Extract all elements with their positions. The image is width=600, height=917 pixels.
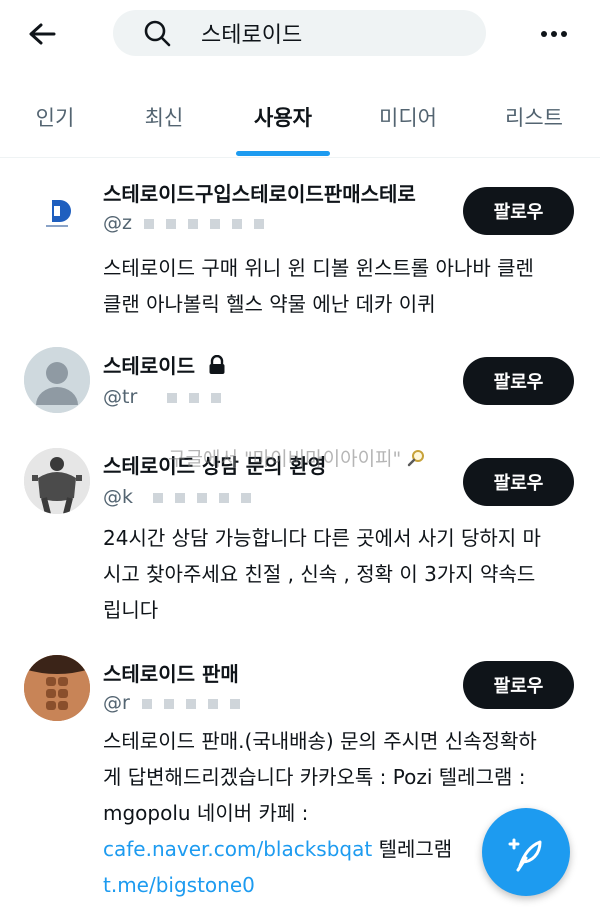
more-icon [541, 31, 567, 37]
user-bio: 24시간 상담 가능합니다 다른 곳에서 사기 당하지 마 시고 찾아주세요 친… [103, 520, 573, 628]
user-name: 스테로이드 판매 [103, 662, 239, 686]
avatar[interactable] [24, 347, 90, 413]
tab-label: 미디어 [379, 106, 437, 130]
bio-line: 클랜 아나볼릭 헬스 약물 에난 데카 이퀴 [103, 292, 436, 316]
user-handle: @k [103, 486, 252, 508]
top-bar: 스테로이드 [0, 0, 600, 70]
user-cell[interactable]: 스테로이드 @tr 팔로우 [0, 330, 600, 430]
tab-media[interactable]: 미디어 [348, 88, 468, 158]
user-handle-text: @z [103, 212, 132, 234]
more-button[interactable] [532, 16, 576, 52]
tab-label: 최신 [144, 106, 184, 130]
user-handle-text: @r [103, 692, 130, 714]
user-handle-text: @tr [103, 386, 138, 408]
user-handle: @r [103, 692, 240, 714]
tab-latest[interactable]: 최신 [110, 88, 218, 158]
follow-button[interactable]: 팔로우 [463, 458, 574, 506]
arrow-left-icon [29, 23, 56, 45]
search-tabs: 인기 최신 사용자 미디어 리스트 [0, 88, 600, 158]
bio-line: 24시간 상담 가능합니다 다른 곳에서 사기 당하지 마 [103, 526, 541, 550]
watermark: 구글에서 "마이비마이아이피" [168, 444, 425, 471]
bio-line: 립니다 [103, 598, 159, 622]
bio-link[interactable]: t.me/bigstone0 [103, 873, 255, 897]
search-query: 스테로이드 [201, 23, 303, 48]
lock-icon [209, 354, 225, 374]
user-cell[interactable]: 스테로이드구입스테로이드판매스테로 @z 팔로우 스테로이드 구매 위니 윈 디… [0, 160, 600, 330]
avatar[interactable] [24, 655, 90, 721]
magnifier-icon [408, 450, 425, 467]
follow-button[interactable]: 팔로우 [463, 661, 574, 709]
tab-label: 사용자 [254, 106, 312, 130]
avatar[interactable] [24, 178, 90, 244]
user-handle: @tr [103, 386, 222, 408]
tab-label: 인기 [35, 106, 75, 130]
search-input[interactable]: 스테로이드 [113, 10, 486, 56]
feather-icon [508, 838, 542, 872]
avatar[interactable] [24, 448, 90, 514]
bio-line: 시고 찾아주세요 친절 , 신속 , 정확 이 3가지 약속드 [103, 562, 536, 586]
tab-people[interactable]: 사용자 [218, 88, 348, 158]
tab-popular[interactable]: 인기 [0, 88, 110, 158]
tab-label: 리스트 [505, 106, 563, 130]
bio-line: 스테로이드 판매.(국내배송) 문의 주시면 신속정확하 [103, 729, 537, 753]
bio-line: 게 답변해드리겠습니다 카카오톡 : Pozi 텔레그램 : [103, 765, 526, 789]
bio-line: 스테로이드 구매 위니 윈 디볼 윈스트롤 아나바 클렌 [103, 256, 534, 280]
search-icon [143, 18, 173, 48]
back-button[interactable] [22, 14, 62, 54]
bio-link[interactable]: cafe.naver.com/blacksbqat [103, 837, 372, 861]
tab-lists[interactable]: 리스트 [468, 88, 600, 158]
user-handle: @z [103, 212, 264, 234]
user-name: 스테로이드 [103, 350, 226, 379]
follow-button[interactable]: 팔로우 [463, 357, 574, 405]
user-name-text: 스테로이드 [103, 354, 195, 378]
compose-button[interactable] [482, 808, 570, 896]
user-bio: 스테로이드 구매 위니 윈 디볼 윈스트롤 아나바 클렌 클랜 아나볼릭 헬스 … [103, 250, 573, 322]
active-tab-indicator [236, 151, 330, 156]
bio-text: 텔레그램 [372, 837, 453, 861]
watermark-text: 구글에서 "마이비마이아이피" [168, 448, 402, 470]
user-handle-text: @k [103, 486, 134, 508]
user-name: 스테로이드구입스테로이드판매스테로 [103, 182, 416, 206]
follow-button[interactable]: 팔로우 [463, 187, 574, 235]
